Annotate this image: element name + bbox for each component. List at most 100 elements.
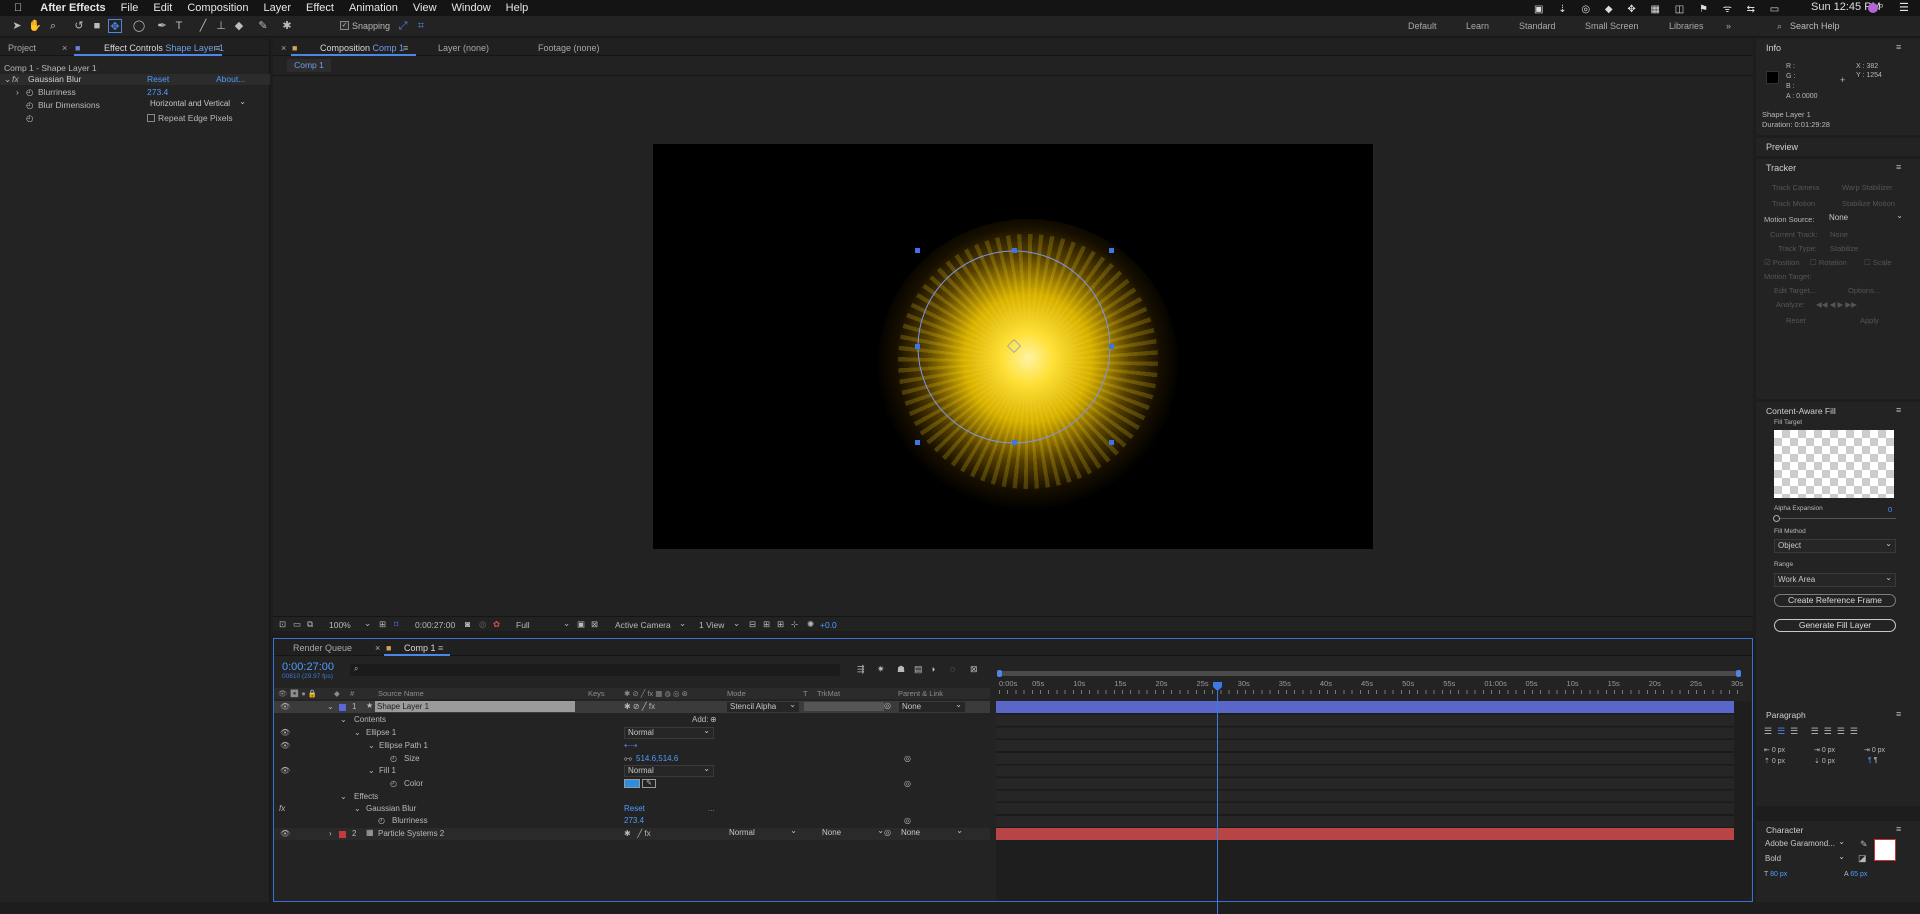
panel-menu-icon[interactable]: ≡ xyxy=(1896,824,1901,834)
indent-left[interactable]: ⇤ 0 px xyxy=(1764,746,1785,754)
preview-panel[interactable]: Preview xyxy=(1756,138,1920,156)
chevron-down-icon[interactable]: ⌄ xyxy=(563,618,570,629)
stopwatch-icon[interactable]: ◴ xyxy=(390,779,397,788)
menu-composition[interactable]: Composition xyxy=(187,2,248,14)
gaussian-more-link[interactable]: ... xyxy=(708,804,715,813)
reset-button[interactable]: Reset xyxy=(1786,316,1806,325)
control-center-icon[interactable]: ☰ xyxy=(1899,1,1909,14)
blurriness-expand-icon[interactable]: › xyxy=(16,87,19,97)
pickwhip-icon[interactable]: ◎ xyxy=(884,828,891,837)
chevron-down-icon[interactable]: ⌄ xyxy=(679,618,686,629)
workspace-small-screen[interactable]: Small Screen xyxy=(1585,21,1639,31)
work-area-end[interactable] xyxy=(1736,670,1741,677)
pickwhip-icon[interactable]: ◎ xyxy=(884,701,891,710)
fill-stroke-swatch[interactable] xyxy=(1874,839,1896,861)
fast-previews-icon[interactable]: ⊞ xyxy=(763,619,770,630)
expand-chevron-icon[interactable]: ⌄ xyxy=(354,804,361,813)
layer-1-duration-bar[interactable] xyxy=(996,701,1734,713)
clone-stamp-tool-icon[interactable]: ⊥ xyxy=(214,19,228,33)
expand-chevron-icon[interactable]: ⌄ xyxy=(340,715,347,724)
transform-handle[interactable] xyxy=(1109,440,1114,445)
eye-icon[interactable]: 👁 xyxy=(280,702,290,711)
roi-icon[interactable]: ▣ xyxy=(577,619,585,630)
rotation-checkbox[interactable]: ☐ Rotation xyxy=(1810,258,1847,267)
timeline-icon[interactable]: ⊞ xyxy=(777,619,784,630)
fill-mode-select[interactable]: Normal xyxy=(624,764,714,777)
transform-handle[interactable] xyxy=(915,248,920,253)
alpha-expansion-value[interactable]: 0 xyxy=(1888,505,1892,514)
ellipse-tool-icon[interactable]: ◯ xyxy=(132,19,146,33)
menu-file[interactable]: File xyxy=(121,2,139,14)
blurriness-value[interactable]: 273.4 xyxy=(624,816,644,825)
tab-comp-1[interactable]: Comp 1 xyxy=(404,643,436,653)
layer-name[interactable]: Particle Systems 2 xyxy=(378,829,444,838)
layer-switches-icons[interactable]: ✱ ╱ fx xyxy=(624,829,651,838)
fx-icon[interactable]: fx xyxy=(279,804,285,813)
zoom-tool-icon[interactable]: ⌕ xyxy=(46,19,60,33)
expression-icon[interactable]: ◎ xyxy=(904,816,911,825)
effect-about-link[interactable]: About... xyxy=(216,74,245,84)
close-icon[interactable]: × xyxy=(281,43,286,53)
expand-chevron-icon[interactable]: › xyxy=(329,829,332,838)
space-after[interactable]: ⇣ 0 px xyxy=(1814,757,1835,765)
pan-behind-tool-icon[interactable]: ✥ xyxy=(108,19,122,33)
parent-select[interactable]: None xyxy=(898,826,966,840)
menu-window[interactable]: Window xyxy=(452,2,491,14)
effect-controls-lock-icon[interactable]: ■ xyxy=(75,43,80,53)
mask-view-icon[interactable]: ⧉ xyxy=(307,619,313,630)
reset-exposure-icon[interactable]: ✺ xyxy=(807,619,814,630)
current-time-indicator[interactable] xyxy=(1217,684,1218,914)
chevron-down-icon[interactable]: ⌄ xyxy=(364,618,371,629)
tab-layer[interactable]: Layer (none) xyxy=(438,43,489,53)
exposure-value[interactable]: +0.0 xyxy=(820,620,837,630)
selection-tool-icon[interactable]: ➤ xyxy=(10,19,24,33)
graph-toggle-icon[interactable]: ⊠ xyxy=(970,664,978,675)
current-track-value[interactable]: None xyxy=(1830,230,1848,239)
workspace-overflow-icon[interactable]: » xyxy=(1726,21,1731,31)
app-menu[interactable]: After Effects xyxy=(40,2,105,14)
close-icon[interactable]: × xyxy=(62,43,67,53)
panel-menu-icon[interactable]: ≡ xyxy=(1896,42,1901,52)
zoom-select[interactable]: 100% xyxy=(329,620,351,630)
transform-handle[interactable] xyxy=(915,440,920,445)
tab-render-queue[interactable]: Render Queue xyxy=(293,643,352,653)
layer-row-1[interactable]: 👁 ⌄ 1 ★ Shape Layer 1 ✱ ⊘ ╱ fx Stencil A… xyxy=(274,700,990,713)
indent-first[interactable]: ⇥ 0 px xyxy=(1814,746,1835,754)
flowchart-icon[interactable]: ⊹ xyxy=(791,619,798,630)
transparency-grid-icon[interactable]: ⊠ xyxy=(591,619,598,630)
tab-project[interactable]: Project xyxy=(8,43,36,53)
position-checkbox[interactable]: ☑ Position xyxy=(1764,258,1800,267)
contents-row[interactable]: ⌄ Contents Add: ⊕ xyxy=(274,715,864,725)
alignment-icons[interactable]: ☰☰☰ ☰☰☰☰ xyxy=(1764,726,1863,737)
size-value[interactable]: 514.6,514.6 xyxy=(636,754,678,763)
track-type-value[interactable]: Stabilize xyxy=(1830,244,1858,253)
font-style-select[interactable]: Bold xyxy=(1762,852,1848,866)
always-preview-icon[interactable]: ⊡ xyxy=(279,619,286,630)
trkmat-select[interactable]: None xyxy=(819,826,887,840)
eye-icon[interactable]: 👁 xyxy=(280,766,290,775)
spotlight-icon[interactable]: ⌕ xyxy=(1878,0,1884,13)
camera-select[interactable]: Active Camera xyxy=(615,620,671,630)
menu-edit[interactable]: Edit xyxy=(153,2,172,14)
layer-mode-select[interactable]: Normal xyxy=(726,826,800,840)
link-icon[interactable]: ⧟ xyxy=(624,754,632,764)
ellipse-1-mode-select[interactable]: Normal xyxy=(624,726,714,739)
toggle-pixel-icon[interactable]: ⊟ xyxy=(749,619,756,630)
tab-composition[interactable]: Composition Comp 1 xyxy=(320,43,404,53)
work-area-bar[interactable] xyxy=(999,671,1739,676)
tab-footage[interactable]: Footage (none) xyxy=(538,43,600,53)
eye-icon[interactable]: 👁 xyxy=(280,728,290,737)
fill-method-select[interactable]: Object xyxy=(1774,538,1896,553)
fx-expand-icon[interactable]: ⌄ xyxy=(4,74,11,85)
search-help-input[interactable]: Search Help xyxy=(1790,21,1840,31)
fx-badge[interactable]: fx xyxy=(12,74,19,84)
options-button[interactable]: Options... xyxy=(1848,286,1880,295)
current-time[interactable]: 0:00:27:00 xyxy=(282,661,334,673)
swap-colors-icon[interactable]: ◪ xyxy=(1858,853,1867,864)
track-camera-button[interactable]: Track Camera xyxy=(1772,183,1819,192)
brush-tool-icon[interactable]: ╱ xyxy=(196,19,210,33)
eye-icon[interactable]: 👁 xyxy=(280,741,290,750)
panel-menu-icon[interactable]: ≡ xyxy=(438,643,443,653)
motion-source-select[interactable]: None xyxy=(1826,211,1906,225)
repeat-edge-checkbox[interactable] xyxy=(147,114,155,122)
